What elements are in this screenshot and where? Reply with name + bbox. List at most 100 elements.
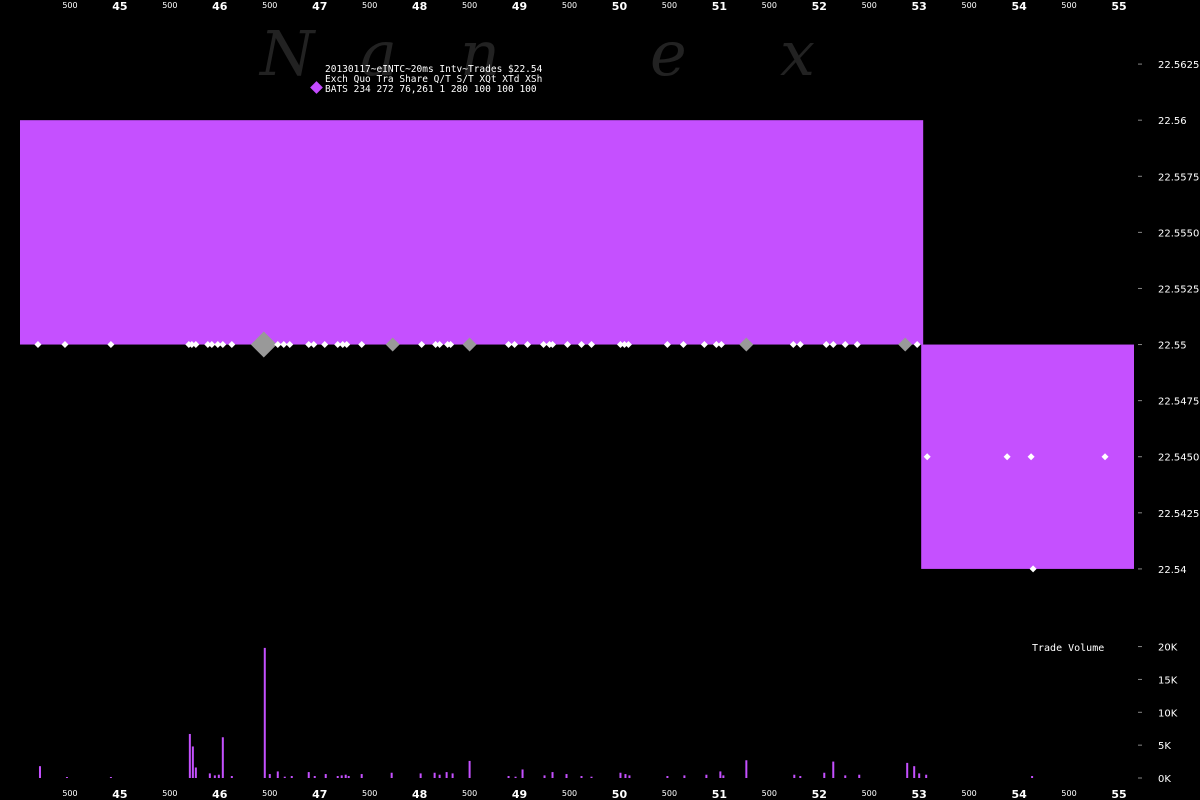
x-minor-tick-label: 500 bbox=[862, 789, 877, 798]
volume-bar bbox=[340, 775, 343, 778]
y-tick-label: 22.5450 bbox=[1158, 453, 1199, 464]
x-minor-tick-label: 500 bbox=[462, 789, 477, 798]
x-minor-tick-label: 500 bbox=[1061, 1, 1076, 10]
volume-bar bbox=[283, 776, 286, 778]
volume-bar bbox=[521, 769, 524, 778]
volume-bar bbox=[433, 772, 436, 778]
volume-bar bbox=[191, 746, 194, 778]
volume-bar bbox=[451, 773, 454, 778]
volume-bar bbox=[683, 775, 686, 778]
y-tick-label: 22.5525 bbox=[1158, 284, 1199, 295]
volume-bar bbox=[213, 775, 216, 778]
volume-bar bbox=[565, 774, 568, 778]
volume-bar bbox=[580, 776, 583, 778]
y-tick-label: 22.5425 bbox=[1158, 509, 1199, 520]
x-tick-label: 54 bbox=[1011, 788, 1027, 800]
x-minor-tick-label: 500 bbox=[562, 1, 577, 10]
volume-bar bbox=[507, 776, 510, 778]
volume-bar bbox=[263, 647, 266, 778]
watermark-letter: e bbox=[650, 17, 687, 90]
x-minor-tick-label: 500 bbox=[662, 789, 677, 798]
x-tick-label: 47 bbox=[312, 788, 327, 800]
x-tick-label: 45 bbox=[112, 788, 127, 800]
y-tick-label: 22.54 bbox=[1158, 565, 1187, 576]
volume-bar bbox=[906, 762, 909, 778]
x-tick-label: 48 bbox=[412, 788, 427, 800]
x-tick-label: 49 bbox=[512, 788, 527, 800]
volume-bar bbox=[1031, 776, 1034, 778]
x-minor-tick-label: 500 bbox=[662, 1, 677, 10]
x-tick-label: 48 bbox=[412, 0, 427, 13]
x-minor-tick-label: 500 bbox=[962, 789, 977, 798]
volume-bar bbox=[666, 776, 669, 778]
volume-axis: 0K 5K 10K 15K 20K bbox=[1138, 643, 1178, 785]
volume-bar bbox=[844, 775, 847, 778]
x-tick-label: 54 bbox=[1011, 0, 1027, 13]
volume-bar bbox=[925, 774, 928, 778]
x-minor-tick-label: 500 bbox=[162, 1, 177, 10]
volume-bar bbox=[221, 737, 224, 778]
volume-bar bbox=[344, 774, 347, 778]
y-tick-label: 22.55 bbox=[1158, 341, 1187, 352]
y-tick-label: 22.5625 bbox=[1158, 60, 1199, 71]
volume-bar bbox=[468, 760, 471, 778]
x-tick-label: 52 bbox=[812, 0, 827, 13]
y-tick-label: 22.5575 bbox=[1158, 172, 1199, 183]
volume-bar bbox=[913, 766, 916, 778]
x-tick-label: 55 bbox=[1111, 788, 1126, 800]
volume-bar bbox=[109, 777, 112, 778]
volume-bar bbox=[590, 776, 593, 778]
x-tick-label: 52 bbox=[812, 788, 827, 800]
volume-bar bbox=[445, 772, 448, 778]
x-tick-label: 53 bbox=[912, 0, 927, 13]
volume-bar bbox=[918, 773, 921, 778]
volume-bar bbox=[624, 774, 627, 778]
bottom-time-axis: 45 46 47 48 49 50 51 52 53 54 55 500 500 500 500 500 500… bbox=[62, 788, 1126, 800]
volume-bar bbox=[722, 775, 725, 778]
x-minor-tick-label: 500 bbox=[462, 1, 477, 10]
volume-bar bbox=[628, 775, 631, 778]
x-tick-label: 51 bbox=[712, 0, 727, 13]
volume-bar bbox=[217, 774, 220, 778]
volume-bar bbox=[419, 773, 422, 778]
x-tick-label: 45 bbox=[112, 0, 127, 13]
volume-bar bbox=[313, 776, 316, 778]
legend-row: BATS 234 272 76,261 1 280 100 100 100 bbox=[325, 84, 537, 95]
x-tick-label: 55 bbox=[1111, 0, 1126, 13]
y-tick-label: 22.56 bbox=[1158, 116, 1187, 127]
volume-bar bbox=[705, 774, 708, 778]
volume-bar bbox=[793, 774, 796, 778]
volume-bar bbox=[799, 776, 802, 778]
x-tick-label: 50 bbox=[612, 788, 628, 800]
volume-bar bbox=[514, 776, 517, 778]
volume-bar bbox=[38, 766, 41, 778]
x-minor-tick-label: 500 bbox=[362, 789, 377, 798]
volume-bar bbox=[347, 776, 350, 778]
x-minor-tick-label: 500 bbox=[162, 789, 177, 798]
volume-bar bbox=[324, 774, 327, 778]
x-minor-tick-label: 500 bbox=[62, 789, 77, 798]
volume-bar bbox=[268, 774, 271, 778]
x-minor-tick-label: 500 bbox=[962, 1, 977, 10]
x-tick-label: 46 bbox=[212, 0, 228, 13]
volume-bar bbox=[307, 772, 310, 778]
volume-bar bbox=[188, 733, 191, 778]
x-minor-tick-label: 500 bbox=[862, 1, 877, 10]
volume-bar bbox=[230, 776, 233, 778]
volume-bar bbox=[360, 774, 363, 778]
volume-bar bbox=[551, 772, 554, 778]
volume-bar bbox=[65, 777, 68, 778]
volume-bar bbox=[276, 771, 279, 778]
volume-bar bbox=[290, 776, 293, 778]
x-minor-tick-label: 500 bbox=[1061, 789, 1076, 798]
x-tick-label: 49 bbox=[512, 0, 527, 13]
watermark-letter: x bbox=[780, 17, 815, 90]
volume-tick-label: 0K bbox=[1158, 774, 1171, 785]
x-tick-label: 51 bbox=[712, 788, 727, 800]
volume-bar bbox=[194, 767, 197, 778]
volume-tick-label: 5K bbox=[1158, 741, 1171, 752]
legend: 20130117~eINTC~20ms Intv~Trades $22.54 E… bbox=[310, 64, 543, 95]
volume-bar bbox=[619, 772, 622, 778]
volume-title: Trade Volume bbox=[1032, 643, 1104, 654]
volume-bar bbox=[208, 773, 211, 778]
